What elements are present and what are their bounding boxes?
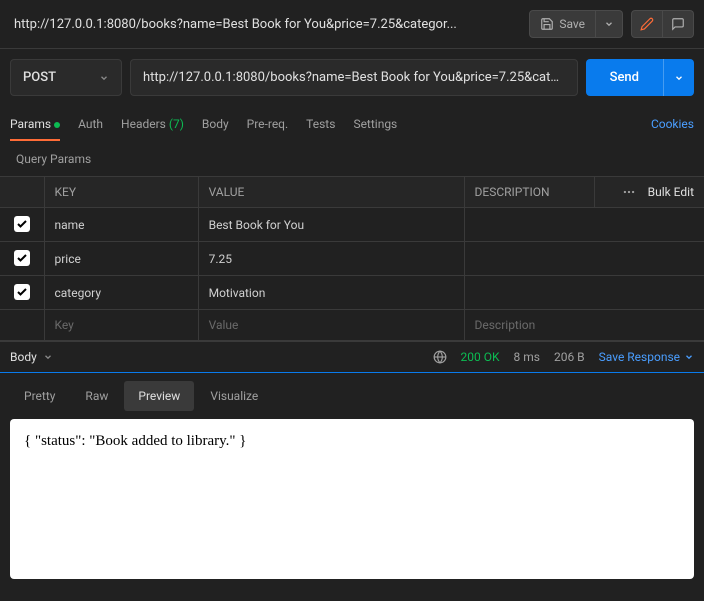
comment-icon [671, 17, 685, 31]
col-description: DESCRIPTION [464, 177, 594, 208]
table-row-new: Key Value Description [0, 310, 704, 341]
view-tab-preview[interactable]: Preview [124, 381, 194, 411]
param-key[interactable]: price [44, 242, 198, 276]
query-params-title: Query Params [0, 142, 704, 176]
tab-prereq[interactable]: Pre-req. [247, 107, 289, 141]
tab-auth[interactable]: Auth [78, 107, 103, 141]
tab-headers-count: (7) [169, 117, 184, 131]
param-description[interactable] [464, 276, 704, 310]
cookies-link[interactable]: Cookies [651, 117, 694, 131]
response-body-dropdown[interactable]: Body [10, 350, 53, 364]
http-method-select[interactable]: POST [10, 59, 122, 96]
chevron-down-icon [43, 352, 53, 362]
param-description-input[interactable]: Description [464, 310, 704, 341]
row-checkbox[interactable] [14, 284, 30, 300]
save-label: Save [559, 17, 585, 31]
tab-tests[interactable]: Tests [306, 107, 335, 141]
row-checkbox[interactable] [14, 250, 30, 266]
edit-mode-button[interactable] [631, 10, 663, 38]
chevron-down-icon [99, 73, 109, 83]
view-tab-visualize[interactable]: Visualize [196, 381, 272, 411]
param-key[interactable]: name [44, 208, 198, 242]
save-button[interactable]: Save [529, 10, 596, 38]
param-key[interactable]: category [44, 276, 198, 310]
save-dropdown[interactable] [596, 10, 623, 38]
save-icon [540, 17, 554, 31]
more-columns-button[interactable] [622, 185, 636, 199]
chevron-down-icon [684, 352, 694, 362]
http-method-value: POST [23, 70, 56, 85]
table-row: name Best Book for You [0, 208, 704, 242]
view-mode-group [631, 10, 694, 38]
url-input[interactable]: http://127.0.0.1:8080/books?name=Best Bo… [130, 59, 578, 96]
row-checkbox[interactable] [14, 216, 30, 232]
chevron-down-icon [604, 19, 614, 29]
param-value[interactable]: Best Book for You [198, 208, 464, 242]
response-status: 200 OK [461, 350, 500, 364]
tab-headers[interactable]: Headers (7) [121, 107, 184, 141]
comment-mode-button[interactable] [663, 10, 694, 38]
params-table: KEY VALUE DESCRIPTION Bulk Edit name Bes… [0, 176, 704, 341]
param-description[interactable] [464, 242, 704, 276]
col-value: VALUE [198, 177, 464, 208]
chevron-down-icon [674, 73, 684, 83]
param-key-input[interactable]: Key [44, 310, 198, 341]
table-row: price 7.25 [0, 242, 704, 276]
tab-body[interactable]: Body [202, 107, 229, 141]
bulk-edit-button[interactable]: Bulk Edit [648, 185, 694, 199]
send-dropdown[interactable] [663, 59, 694, 96]
param-value[interactable]: Motivation [198, 276, 464, 310]
globe-icon [433, 350, 447, 364]
table-row: category Motivation [0, 276, 704, 310]
save-response-button[interactable]: Save Response [599, 350, 694, 364]
response-time: 8 ms [514, 350, 540, 364]
network-icon[interactable] [433, 350, 447, 364]
tab-settings[interactable]: Settings [353, 107, 397, 141]
save-button-group: Save [529, 10, 623, 38]
view-tab-raw[interactable]: Raw [71, 381, 122, 411]
response-body-label: Body [10, 350, 37, 364]
send-button[interactable]: Send [586, 59, 663, 96]
response-preview: { "status": "Book added to library." } [10, 419, 694, 579]
tab-params-label: Params [10, 117, 51, 131]
param-description[interactable] [464, 208, 704, 242]
more-icon [622, 185, 636, 199]
param-value[interactable]: 7.25 [198, 242, 464, 276]
tab-params[interactable]: Params [10, 107, 60, 141]
params-dirty-dot [54, 122, 60, 128]
param-value-input[interactable]: Value [198, 310, 464, 341]
pencil-icon [640, 17, 654, 31]
col-key: KEY [44, 177, 198, 208]
response-size: 206 B [554, 350, 585, 364]
tab-headers-label: Headers [121, 117, 166, 131]
view-tab-pretty[interactable]: Pretty [10, 381, 69, 411]
request-tab-title: http://127.0.0.1:8080/books?name=Best Bo… [10, 17, 521, 32]
